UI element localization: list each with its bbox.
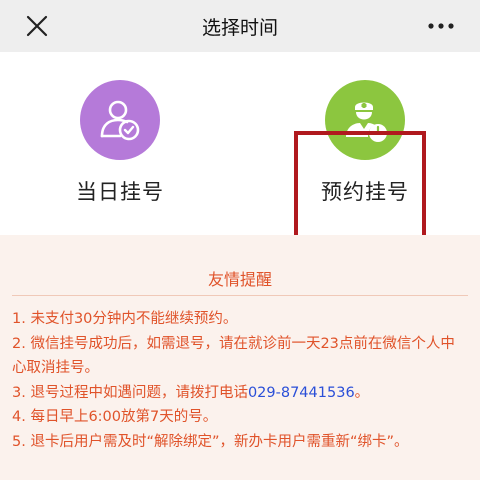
registration-options: 当日挂号 预约挂号 <box>0 52 480 265</box>
more-icon[interactable] <box>428 23 454 29</box>
list-item-text: 。 <box>354 384 370 401</box>
list-item: 1. 未支付30分钟内不能继续预约。 <box>12 311 238 327</box>
notice-panel: 友情提醒 1. 未支付30分钟内不能继续预约。 2. 微信挂号成功后，如需退号，… <box>0 235 480 480</box>
notice-title: 友情提醒 <box>207 270 272 289</box>
page-title: 选择时间 <box>201 16 278 39</box>
list-item-text: 3. 退号过程中如遇问题，请拨打电话 <box>12 384 248 401</box>
list-item: 5. 退卡后用户需及时“解除绑定”，新办卡用户需重新“绑卡”。 <box>12 433 409 450</box>
divider <box>12 295 468 296</box>
close-icon[interactable] <box>26 15 48 37</box>
list-item: 4. 每日早上6:00放第7天的号。 <box>12 409 218 425</box>
user-check-icon <box>80 80 160 160</box>
notice-list: 1. 未支付30分钟内不能继续预约。 2. 微信挂号成功后，如需退号，请在就诊前… <box>12 307 468 454</box>
nav-bar: 选择时间 <box>0 0 480 52</box>
phone-link[interactable]: 029-87441536 <box>248 385 355 401</box>
same-day-registration-label: 当日挂号 <box>76 180 164 204</box>
same-day-registration-button[interactable]: 当日挂号 <box>40 80 200 230</box>
list-item: 3. 退号过程中如遇问题，请拨打电话029-87441536。 <box>12 381 468 406</box>
list-item: 2. 微信挂号成功后，如需退号，请在就诊前一天23点前在微信个人中心取消挂号。 <box>12 335 455 377</box>
